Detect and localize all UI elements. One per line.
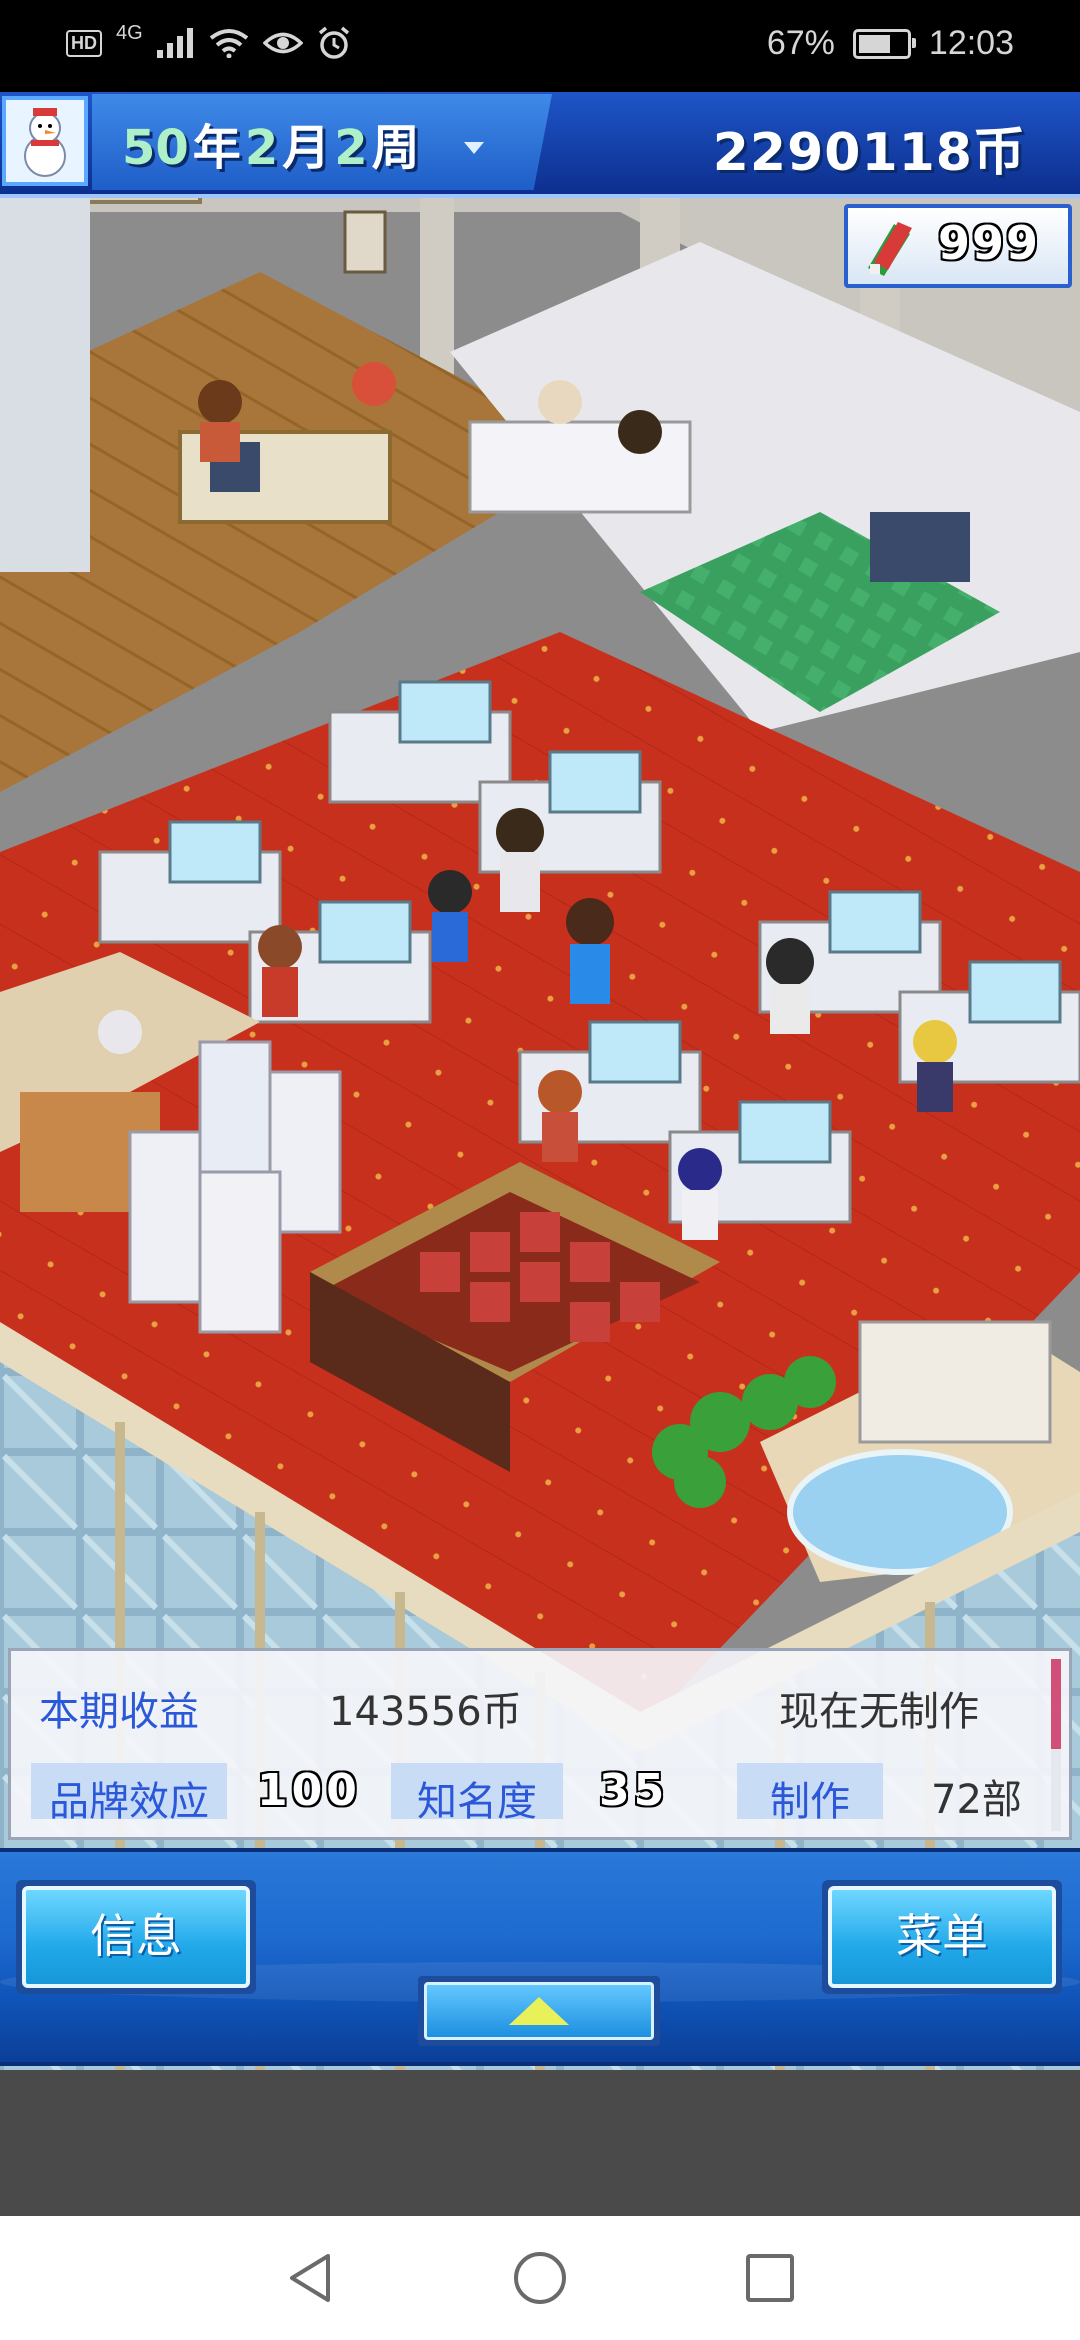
- eye-icon: [262, 32, 303, 54]
- date-year: 50: [122, 120, 189, 176]
- recents-icon[interactable]: [742, 2250, 798, 2306]
- expand-panel-button[interactable]: [424, 1982, 654, 2040]
- battery-percent: 67%: [766, 24, 835, 62]
- bottom-controls: 信息 菜单: [0, 1848, 1080, 2066]
- info-button[interactable]: 信息: [22, 1886, 250, 1988]
- menu-button[interactable]: 菜单: [828, 1886, 1056, 1988]
- alarm-icon: [318, 26, 349, 59]
- snowman-avatar-button[interactable]: [2, 96, 88, 186]
- tickets-count: 999: [938, 216, 1041, 270]
- clock: 12:03: [928, 24, 1014, 62]
- production-label-pill: 制作: [737, 1763, 883, 1825]
- date-year-unit: 年: [192, 120, 241, 176]
- production-status: 现在无制作: [779, 1689, 979, 1735]
- date-selector[interactable]: 50 年 2 月 2 周: [92, 94, 552, 190]
- money-counter: 2290118币: [712, 123, 1026, 183]
- signal-icon: [156, 28, 193, 58]
- period-income-value: 143556币: [329, 1689, 522, 1735]
- network-type: 4G: [116, 21, 143, 44]
- period-income-label: 本期收益: [39, 1689, 199, 1735]
- ticket-icon: [868, 222, 912, 276]
- top-hud: 50 年 2 月 2 周 2290118币: [0, 92, 1080, 198]
- date-month-unit: 月: [282, 120, 331, 176]
- home-icon[interactable]: [512, 2250, 568, 2306]
- expand-button-frame: [418, 1976, 660, 2046]
- fame-label-pill: 知名度: [391, 1763, 563, 1825]
- date-week: 2: [334, 120, 368, 176]
- date-week-unit: 周: [371, 120, 420, 176]
- wifi-icon: [209, 29, 248, 58]
- system-nav-bar: [0, 2216, 1080, 2340]
- snowman-icon: [24, 108, 66, 177]
- scrollbar-thumb[interactable]: [1051, 1659, 1061, 1749]
- tickets-counter[interactable]: 999: [844, 204, 1072, 288]
- menu-button-frame: 菜单: [822, 1880, 1062, 1994]
- info-button-frame: 信息: [16, 1880, 256, 1994]
- production-label: 制作: [770, 1779, 850, 1825]
- date-month: 2: [244, 120, 279, 176]
- brand-label-pill: 品牌效应: [31, 1763, 227, 1825]
- fame-value: 35: [599, 1765, 669, 1816]
- chevron-down-icon: [464, 142, 484, 154]
- fame-label: 知名度: [417, 1779, 537, 1825]
- hd-badge: HD: [66, 29, 102, 57]
- brand-value: 100: [257, 1765, 361, 1816]
- back-icon[interactable]: [282, 2250, 338, 2306]
- brand-label: 品牌效应: [49, 1779, 209, 1825]
- triangle-up-icon: [509, 1997, 569, 2025]
- production-count: 72部: [931, 1777, 1022, 1823]
- info-panel: 本期收益 143556币 现在无制作 品牌效应 100 知名度 35 制作 72…: [8, 1648, 1072, 1840]
- battery-icon: [852, 28, 916, 59]
- status-bar: HD 4G 67% 12:03: [0, 0, 1080, 92]
